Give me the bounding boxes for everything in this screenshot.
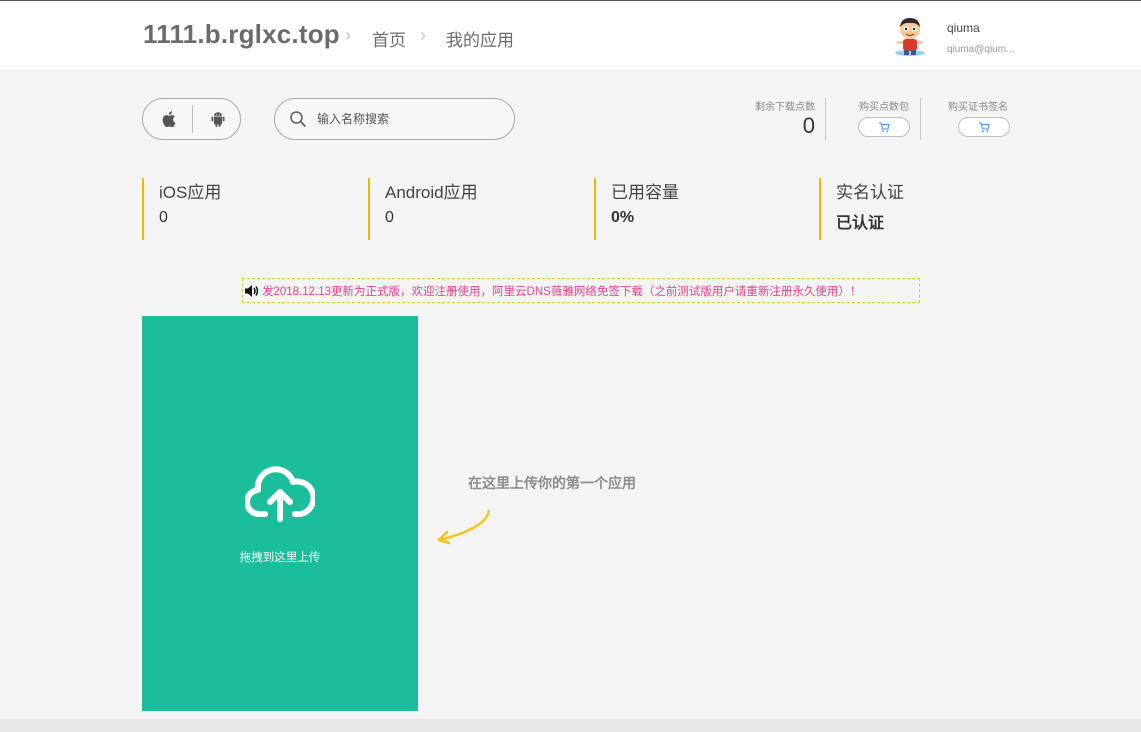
breadcrumb-separator: › — [345, 25, 351, 45]
upload-drop-label: 拖拽到这里上传 — [239, 552, 321, 564]
top-bar: 1111.b.rglxc.top › 首页 › 我的应用 qiuma qiuma… — [0, 0, 1141, 71]
summary-android: Android应用 0 — [368, 178, 478, 240]
buy-points-wrap: 购买点数包 — [845, 98, 923, 113]
breadcrumb-home[interactable]: 首页 — [372, 26, 406, 51]
summary-storage: 已用容量 0% — [594, 178, 679, 240]
site-title[interactable]: 1111.b.rglxc.top — [143, 19, 340, 50]
speaker-icon — [245, 284, 259, 297]
points-label: 剩余下载点数 — [755, 102, 815, 113]
upload-hint: 在这里上传你的第一个应用 — [468, 475, 636, 491]
footer-strip — [0, 719, 1141, 732]
notice-text: 发2018.12.13更新为正式版，欢迎注册使用，阿里云DNS薇雅网络免签下载（… — [262, 285, 862, 298]
summary-value: 0 — [159, 209, 168, 226]
avatar[interactable] — [890, 15, 930, 57]
summary-label: 已用容量 — [611, 183, 679, 202]
buy-cert-label: 购买证书签名 — [948, 102, 1008, 113]
search-box — [274, 98, 515, 140]
divider — [825, 98, 826, 140]
points-label-wrap: 剩余下载点数 — [745, 98, 815, 113]
buy-points-button[interactable] — [858, 117, 910, 137]
apple-icon — [162, 111, 175, 128]
upload-dropzone[interactable]: 拖拽到这里上传 — [142, 316, 418, 711]
summary-label: iOS应用 — [159, 183, 222, 202]
android-icon — [211, 112, 224, 127]
search-input[interactable] — [317, 108, 502, 130]
summary-value: 已认证 — [836, 215, 885, 232]
summary-verification: 实名认证 已认证 — [819, 178, 904, 240]
divider — [920, 98, 921, 140]
breadcrumb-separator: › — [420, 25, 426, 45]
summary-label: Android应用 — [385, 183, 478, 202]
buy-cert-button[interactable] — [958, 117, 1010, 137]
summary-ios: iOS应用 0 — [142, 178, 221, 240]
breadcrumb-my-apps[interactable]: 我的应用 — [446, 26, 514, 51]
buy-cert-wrap: 购买证书签名 — [938, 98, 1018, 113]
notice-banner: 发2018.12.13更新为正式版，欢迎注册使用，阿里云DNS薇雅网络免签下载（… — [242, 278, 920, 303]
summary-label: 实名认证 — [836, 183, 904, 202]
cart-icon — [879, 121, 890, 132]
user-email: qiuma@qium... — [947, 44, 1015, 55]
user-name[interactable]: qiuma — [947, 21, 980, 35]
cart-icon — [979, 121, 990, 132]
summary-value: 0% — [611, 209, 635, 226]
cloud-upload-icon — [245, 466, 315, 522]
search-icon — [290, 111, 306, 127]
android-filter-button[interactable] — [193, 99, 242, 139]
summary-value: 0 — [385, 209, 394, 226]
curved-arrow-icon — [437, 509, 491, 545]
points-value: 0 — [802, 113, 815, 138]
apple-filter-button[interactable] — [143, 99, 192, 139]
buy-points-label: 购买点数包 — [859, 102, 909, 113]
platform-toggle — [142, 98, 241, 140]
